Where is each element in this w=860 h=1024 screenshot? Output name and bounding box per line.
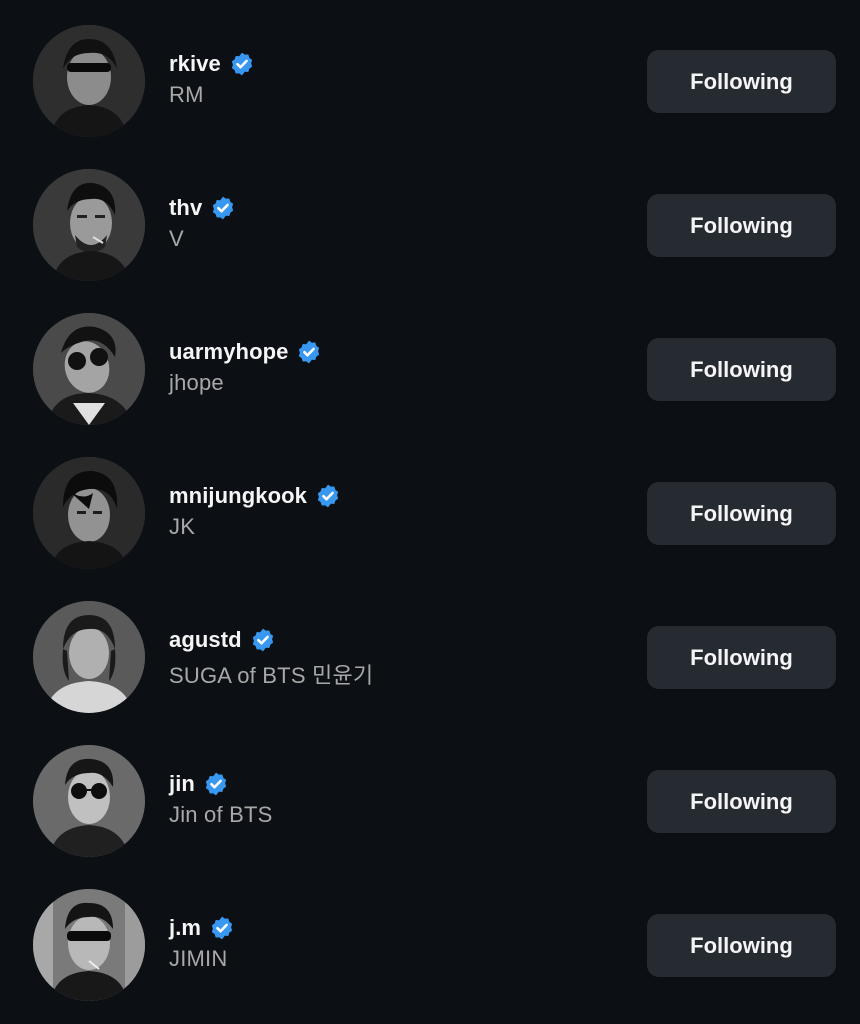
- username[interactable]: rkive: [169, 51, 221, 77]
- full-name: Jin of BTS: [169, 802, 273, 827]
- account-text: jin Jin of BTS: [169, 764, 272, 828]
- account-text: uarmyhope jhope: [169, 332, 322, 396]
- username[interactable]: mnijungkook: [169, 483, 307, 509]
- avatar[interactable]: [33, 313, 145, 425]
- verified-badge-icon: [250, 627, 276, 653]
- avatar[interactable]: [33, 25, 145, 137]
- username-line[interactable]: agustd: [169, 620, 373, 660]
- account-row-mnijungkook: mnijungkook JK Following: [0, 432, 860, 576]
- username[interactable]: j.m: [169, 915, 201, 941]
- full-name: V: [169, 226, 184, 251]
- account-row-thv: thv V Following: [0, 144, 860, 288]
- verified-badge-icon: [210, 195, 236, 221]
- account-row-uarmyhope: uarmyhope jhope Following: [0, 288, 860, 432]
- full-name: JK: [169, 514, 196, 539]
- avatar[interactable]: [33, 745, 145, 857]
- account-row-agustd: agustd SUGA of BTS 민윤기 Following: [0, 576, 860, 720]
- verified-badge-icon: [315, 483, 341, 509]
- username[interactable]: agustd: [169, 627, 242, 653]
- following-button[interactable]: Following: [647, 770, 836, 833]
- verified-badge-icon: [296, 339, 322, 365]
- following-button[interactable]: Following: [647, 194, 836, 257]
- following-button[interactable]: Following: [647, 482, 836, 545]
- username[interactable]: uarmyhope: [169, 339, 288, 365]
- verified-badge-icon: [203, 771, 229, 797]
- username-line[interactable]: j.m: [169, 908, 235, 948]
- username-line[interactable]: thv: [169, 188, 236, 228]
- full-name: jhope: [169, 370, 224, 395]
- account-row-rkive: rkive RM Following: [0, 0, 860, 144]
- username-line[interactable]: mnijungkook: [169, 476, 341, 516]
- avatar[interactable]: [33, 601, 145, 713]
- username[interactable]: jin: [169, 771, 195, 797]
- account-text: rkive RM: [169, 44, 255, 108]
- verified-badge-icon: [209, 915, 235, 941]
- account-row-j-m: j.m JIMIN Following: [0, 864, 860, 1008]
- full-name: SUGA of BTS 민윤기: [169, 663, 374, 688]
- following-button[interactable]: Following: [647, 50, 836, 113]
- account-text: agustd SUGA of BTS 민윤기: [169, 620, 373, 690]
- username-line[interactable]: jin: [169, 764, 272, 804]
- following-button[interactable]: Following: [647, 626, 836, 689]
- verified-badge-icon: [229, 51, 255, 77]
- full-name: RM: [169, 82, 204, 107]
- username-line[interactable]: rkive: [169, 44, 255, 84]
- account-text: mnijungkook JK: [169, 476, 341, 540]
- following-button[interactable]: Following: [647, 914, 836, 977]
- following-button[interactable]: Following: [647, 338, 836, 401]
- account-text: j.m JIMIN: [169, 908, 235, 972]
- username[interactable]: thv: [169, 195, 202, 221]
- full-name: JIMIN: [169, 946, 228, 971]
- account-row-jin: jin Jin of BTS Following: [0, 720, 860, 864]
- username-line[interactable]: uarmyhope: [169, 332, 322, 372]
- avatar[interactable]: [33, 889, 145, 1001]
- account-text: thv V: [169, 188, 236, 252]
- avatar[interactable]: [33, 169, 145, 281]
- following-list: rkive RM Following thv V Following uarmy…: [0, 0, 860, 1024]
- avatar[interactable]: [33, 457, 145, 569]
